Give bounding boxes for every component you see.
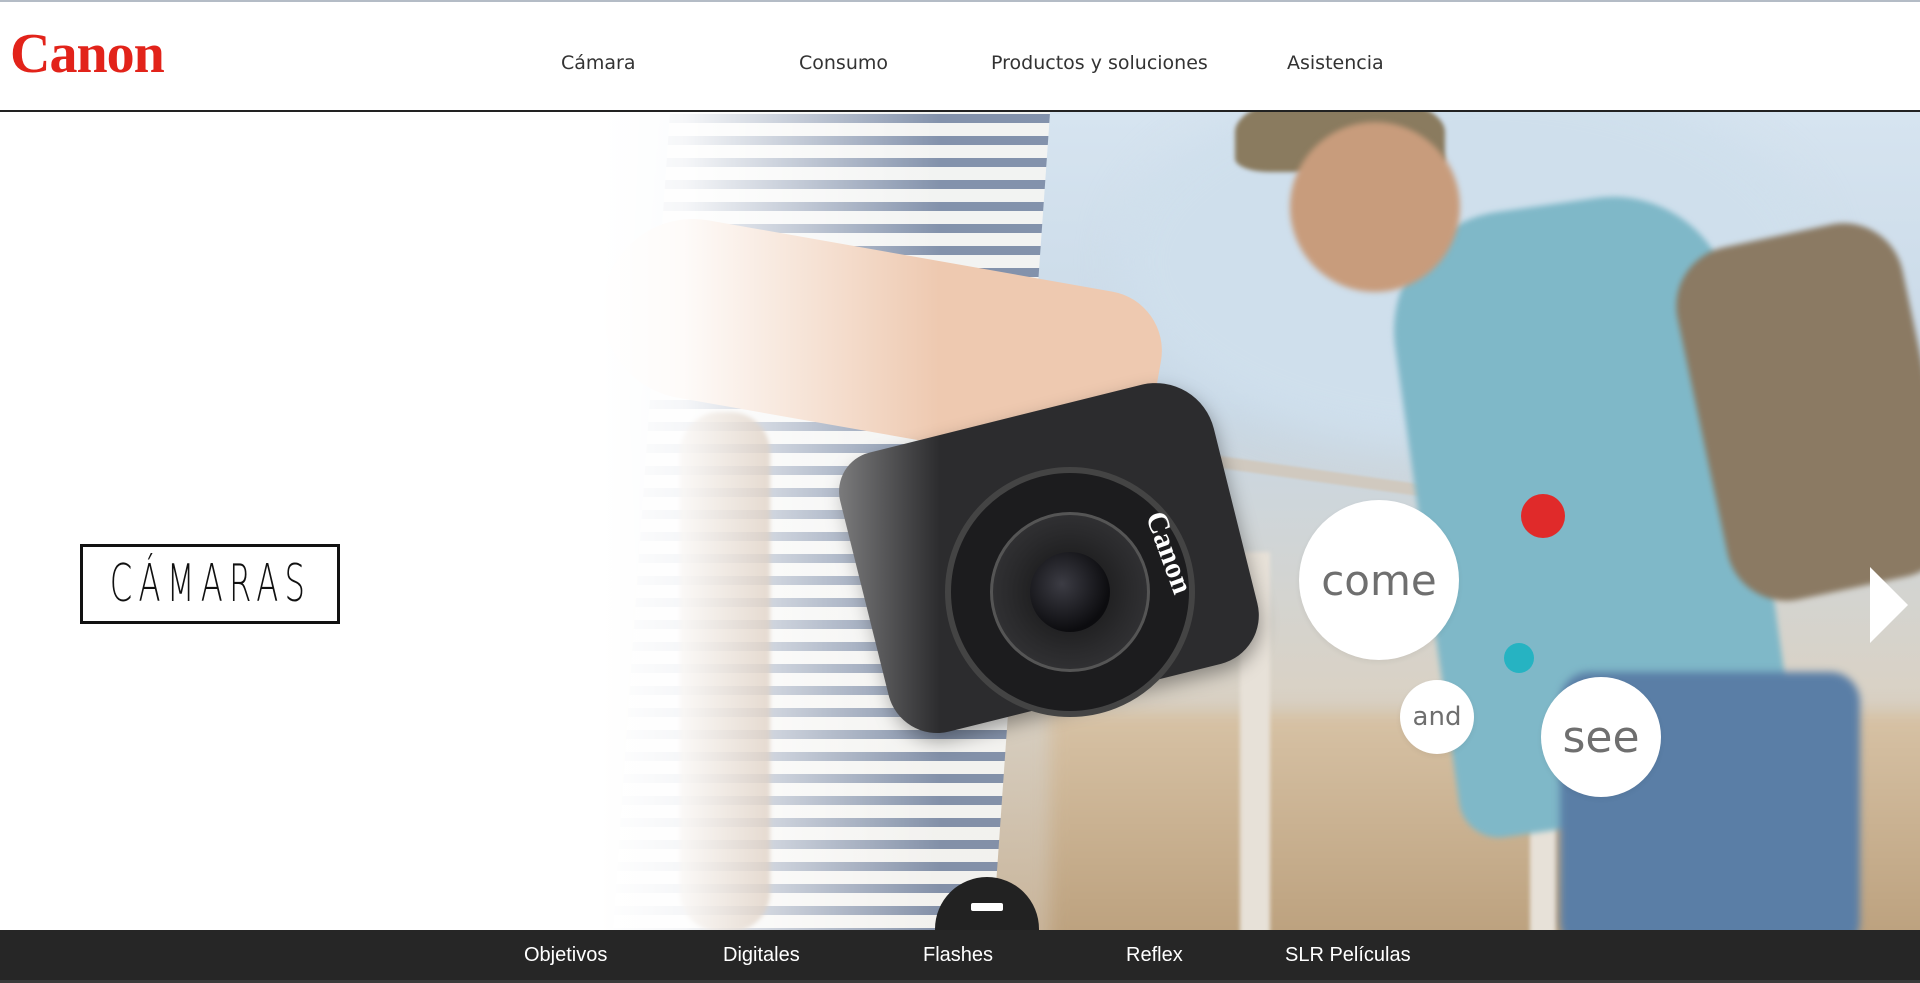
nav-productos-soluciones[interactable]: Productos y soluciones — [991, 52, 1208, 74]
teal-dot — [1504, 643, 1534, 673]
nav-consumo[interactable]: Consumo — [799, 52, 888, 74]
nav-camara[interactable]: Cámara — [561, 52, 636, 74]
chevron-right-icon[interactable] — [1870, 567, 1908, 643]
canon-logo[interactable]: Canon — [10, 26, 165, 82]
minus-icon — [971, 903, 1003, 911]
hero-banner: Canon come and see CÁMARAS — [0, 112, 1920, 930]
category-slr-peliculas[interactable]: SLR Películas — [1285, 944, 1411, 967]
category-objetivos[interactable]: Objetivos — [524, 944, 607, 967]
white-fade — [600, 112, 940, 930]
bubble-see: see — [1541, 677, 1661, 797]
bubble-come: come — [1299, 500, 1459, 660]
red-dot — [1521, 494, 1565, 538]
category-flashes[interactable]: Flashes — [923, 944, 993, 967]
camera-lens-glass — [1030, 552, 1110, 632]
category-bar: Objetivos Digitales Flashes Reflex SLR P… — [0, 930, 1920, 983]
man-head — [1290, 122, 1460, 292]
hero-title-box: CÁMARAS — [80, 544, 340, 624]
hero-title: CÁMARAS — [109, 554, 311, 614]
category-digitales[interactable]: Digitales — [723, 944, 800, 967]
category-reflex[interactable]: Reflex — [1126, 944, 1183, 967]
site-header: Canon Cámara Consumo Productos y solucio… — [0, 2, 1920, 112]
nav-asistencia[interactable]: Asistencia — [1287, 52, 1384, 74]
bubble-and: and — [1400, 680, 1474, 754]
